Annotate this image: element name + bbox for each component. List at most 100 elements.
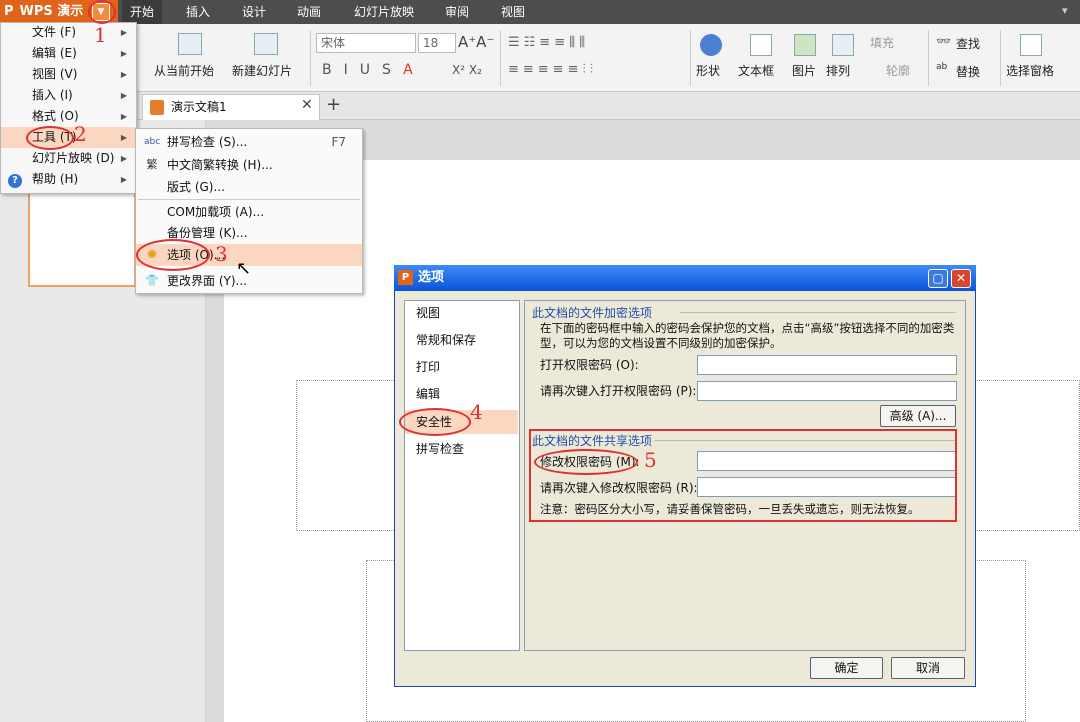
submenu-arrow-icon: ▶ — [120, 91, 127, 100]
annotation-circle-2 — [26, 126, 74, 150]
advanced-button[interactable]: 高级 (A)... — [880, 405, 956, 427]
play-from-current-icon — [178, 33, 202, 55]
picture-icon — [794, 34, 816, 56]
shape-icon — [700, 34, 722, 56]
submenu-arrow-icon: ▶ — [120, 133, 127, 142]
menu-divider — [138, 199, 360, 200]
tab-design[interactable]: 设计 — [238, 0, 270, 24]
options-nav-list — [404, 300, 520, 651]
font-style-buttons[interactable]: BIUSA — [322, 62, 425, 78]
submenu-arrow-icon: ▶ — [120, 175, 127, 184]
submenu-item-label: 拼写检查 (S)... — [167, 135, 248, 149]
nav-item-print[interactable]: 打印 — [405, 355, 518, 379]
shortcut-label: F7 — [331, 135, 346, 149]
submenu-arrow-icon: ▶ — [120, 112, 127, 121]
menu-item-label: 帮助 (H) — [32, 172, 79, 186]
annotation-number-4: 4 — [470, 400, 483, 424]
submenu-item-label: 更改界面 (Y)... — [167, 274, 247, 288]
open-password-label: 打开权限密码 (O): — [540, 358, 639, 372]
arrange-button[interactable]: 排列 — [826, 62, 850, 79]
menu-item-edit[interactable]: 编辑 (E) ▶ — [1, 43, 135, 64]
help-icon: ? — [8, 174, 22, 188]
ribbon-divider — [310, 30, 311, 86]
tab-insert[interactable]: 插入 — [182, 0, 214, 24]
wps-presentation-icon: P — [398, 270, 413, 285]
new-slide-button[interactable]: 新建幻灯片 — [232, 62, 292, 79]
nav-item-view[interactable]: 视图 — [405, 301, 518, 325]
nav-item-general-save[interactable]: 常规和保存 — [405, 328, 518, 352]
menu-bar — [0, 0, 1080, 24]
submenu-item-chinese-convert[interactable]: 繁中文简繁转换 (H)... — [136, 154, 362, 176]
menu-item-label: 格式 (O) — [32, 109, 79, 123]
tab-slideshow[interactable]: 幻灯片放映 — [350, 0, 418, 24]
encrypt-description: 在下面的密码框中输入的密码会保护您的文档，点击“高级”按钮选择不同的加密类型，可… — [540, 321, 955, 350]
annotation-box-share — [529, 429, 957, 522]
annotation-circle-1 — [88, 0, 116, 24]
open-password-field[interactable] — [697, 355, 957, 375]
close-tab-icon[interactable]: ✕ — [301, 97, 313, 113]
list-alignment-icons[interactable]: ☰☷≡≡⫼⫼ — [508, 35, 589, 50]
superscript-subscript-icon[interactable]: X² X₂ — [452, 63, 482, 77]
wps-logo-icon: P — [4, 4, 14, 19]
ok-button[interactable]: 确定 — [810, 657, 883, 679]
annotation-number-3: 3 — [215, 242, 228, 266]
menu-item-file[interactable]: 文件 (F) ▶ — [1, 22, 135, 43]
shape-button[interactable]: 形状 — [696, 62, 720, 79]
tab-home[interactable]: 开始 — [122, 0, 162, 24]
submenu-item-com-addins[interactable]: COM加载项 (A)... — [136, 201, 362, 223]
open-password-confirm-field[interactable] — [697, 381, 957, 401]
convert-icon: 繁 — [146, 158, 158, 171]
picture-button[interactable]: 图片 — [792, 62, 816, 79]
outline-button[interactable]: 轮廓 — [886, 62, 910, 79]
menu-item-label: 插入 (I) — [32, 88, 73, 102]
menu-item-format[interactable]: 格式 (O) ▶ — [1, 106, 135, 127]
submenu-arrow-icon: ▶ — [120, 49, 127, 58]
annotation-number-5: 5 — [644, 448, 657, 472]
arrange-icon — [832, 34, 854, 56]
font-name-select[interactable]: 宋体 — [316, 33, 416, 53]
annotation-circle-3 — [136, 239, 210, 271]
close-icon[interactable]: ✕ — [951, 269, 971, 288]
submenu-arrow-icon: ▶ — [120, 28, 127, 37]
menu-item-slideshow[interactable]: 幻灯片放映 (D) ▶ — [1, 148, 135, 169]
selection-pane-icon — [1020, 34, 1042, 56]
new-tab-icon[interactable]: + — [326, 94, 341, 115]
fill-button[interactable]: 填充 — [870, 34, 894, 51]
menu-item-label: 文件 (F) — [32, 25, 77, 39]
paragraph-alignment-icons[interactable]: ≡≡≡≡≡⫶⫶ — [508, 62, 597, 77]
shirt-icon: 👕 — [145, 274, 159, 287]
tab-review[interactable]: 审阅 — [441, 0, 473, 24]
maximize-icon[interactable]: ▢ — [928, 269, 948, 288]
submenu-item-layout[interactable]: 版式 (G)... — [136, 176, 362, 198]
submenu-item-label: 版式 (G)... — [167, 180, 225, 194]
document-tab[interactable]: 演示文稿1 — [142, 94, 320, 120]
submenu-arrow-icon: ▶ — [120, 70, 127, 79]
submenu-item-label: COM加载项 (A)... — [167, 205, 265, 219]
textbox-button[interactable]: 文本框 — [738, 62, 774, 79]
annotation-circle-4 — [399, 408, 471, 436]
find-button[interactable]: 查找 — [956, 35, 980, 52]
font-size-select[interactable]: 18 — [418, 33, 456, 53]
annotation-number-1: 1 — [94, 23, 107, 47]
menu-item-label: 幻灯片放映 (D) — [32, 151, 115, 165]
menu-item-label: 编辑 (E) — [32, 46, 77, 60]
pin-icon[interactable]: ▾ — [1062, 4, 1068, 17]
nav-item-edit[interactable]: 编辑 — [405, 382, 518, 406]
replace-button[interactable]: 替换 — [956, 63, 980, 80]
selection-pane-button[interactable]: 选择窗格 — [1006, 62, 1054, 79]
textbox-icon — [750, 34, 772, 56]
menu-item-insert[interactable]: 插入 (I) ▶ — [1, 85, 135, 106]
presentation-file-icon — [150, 100, 164, 115]
tab-animation[interactable]: 动画 — [293, 0, 325, 24]
submenu-item-spellcheck[interactable]: abc 拼写检查 (S)... F7 — [136, 131, 362, 153]
menu-item-view[interactable]: 视图 (V) ▶ — [1, 64, 135, 85]
nav-item-spellcheck[interactable]: 拼写检查 — [405, 437, 518, 461]
section-divider — [680, 312, 956, 313]
app-name: WPS 演示 — [19, 4, 84, 19]
from-current-button[interactable]: 从当前开始 — [154, 62, 214, 79]
cancel-button[interactable]: 取消 — [891, 657, 965, 679]
new-slide-icon — [254, 33, 278, 55]
tab-view[interactable]: 视图 — [497, 0, 529, 24]
replace-icon: ab — [936, 62, 948, 72]
grow-font-icon[interactable]: A⁺A⁻ — [458, 33, 494, 51]
